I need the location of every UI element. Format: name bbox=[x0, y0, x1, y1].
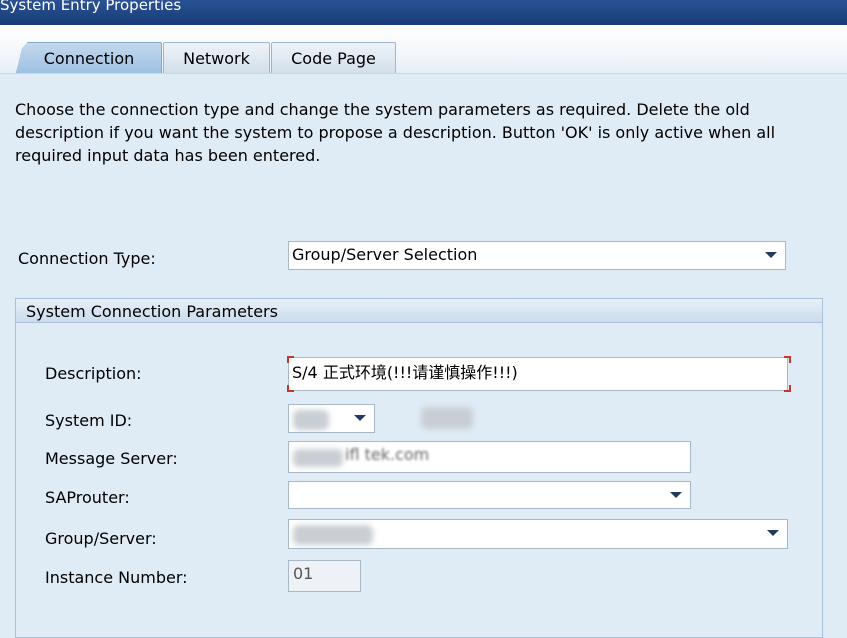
focus-corner-br bbox=[784, 385, 791, 392]
message-server-value-partial: ifl tek.com bbox=[345, 445, 430, 464]
tab-connection[interactable]: Connection bbox=[16, 42, 162, 73]
connection-type-value: Group/Server Selection bbox=[292, 245, 478, 264]
connection-type-dropdown[interactable]: Group/Server Selection bbox=[288, 241, 786, 270]
group-title: System Connection Parameters bbox=[16, 299, 822, 323]
description-label: Description: bbox=[45, 364, 142, 383]
group-server-label: Group/Server: bbox=[45, 529, 157, 548]
chevron-down-icon[interactable] bbox=[670, 492, 682, 498]
tab-strip: Connection Network Code Page bbox=[0, 25, 847, 73]
redacted-system-name bbox=[421, 407, 473, 429]
system-connection-parameters-group: System Connection Parameters Description… bbox=[15, 298, 823, 638]
connection-type-label: Connection Type: bbox=[18, 249, 156, 268]
redacted-host-prefix bbox=[293, 449, 343, 467]
instance-number-label: Instance Number: bbox=[45, 568, 188, 587]
connection-tab-panel: Choose the connection type and change th… bbox=[0, 73, 847, 638]
description-value: S/4 正式环境(!!!请谨慎操作!!!) bbox=[292, 363, 518, 382]
window-titlebar: System Entry Properties bbox=[0, 0, 847, 25]
focus-corner-tr bbox=[784, 356, 791, 363]
system-id-dropdown[interactable] bbox=[288, 404, 375, 433]
intro-description: Choose the connection type and change th… bbox=[15, 100, 776, 165]
instance-number-value: 01 bbox=[293, 564, 314, 583]
group-server-dropdown[interactable] bbox=[288, 519, 788, 549]
saprouter-label: SAProuter: bbox=[45, 488, 130, 507]
chevron-down-icon[interactable] bbox=[767, 530, 779, 536]
focus-corner-tl bbox=[287, 356, 294, 363]
system-id-label: System ID: bbox=[45, 411, 133, 430]
window-title: System Entry Properties bbox=[0, 0, 182, 14]
saprouter-dropdown[interactable] bbox=[288, 481, 691, 509]
redacted-system-id bbox=[293, 410, 329, 430]
redacted-group-server bbox=[293, 525, 373, 545]
tab-network[interactable]: Network bbox=[163, 42, 270, 73]
message-server-label: Message Server: bbox=[45, 449, 178, 468]
message-server-input[interactable]: ifl tek.com bbox=[288, 441, 691, 473]
chevron-down-icon[interactable] bbox=[354, 415, 366, 421]
focus-corner-bl bbox=[287, 385, 294, 392]
tab-code-page[interactable]: Code Page bbox=[271, 42, 396, 73]
instance-number-input[interactable]: 01 bbox=[288, 560, 361, 592]
description-input[interactable]: S/4 正式环境(!!!请谨慎操作!!!) bbox=[288, 357, 788, 391]
chevron-down-icon[interactable] bbox=[765, 252, 777, 258]
